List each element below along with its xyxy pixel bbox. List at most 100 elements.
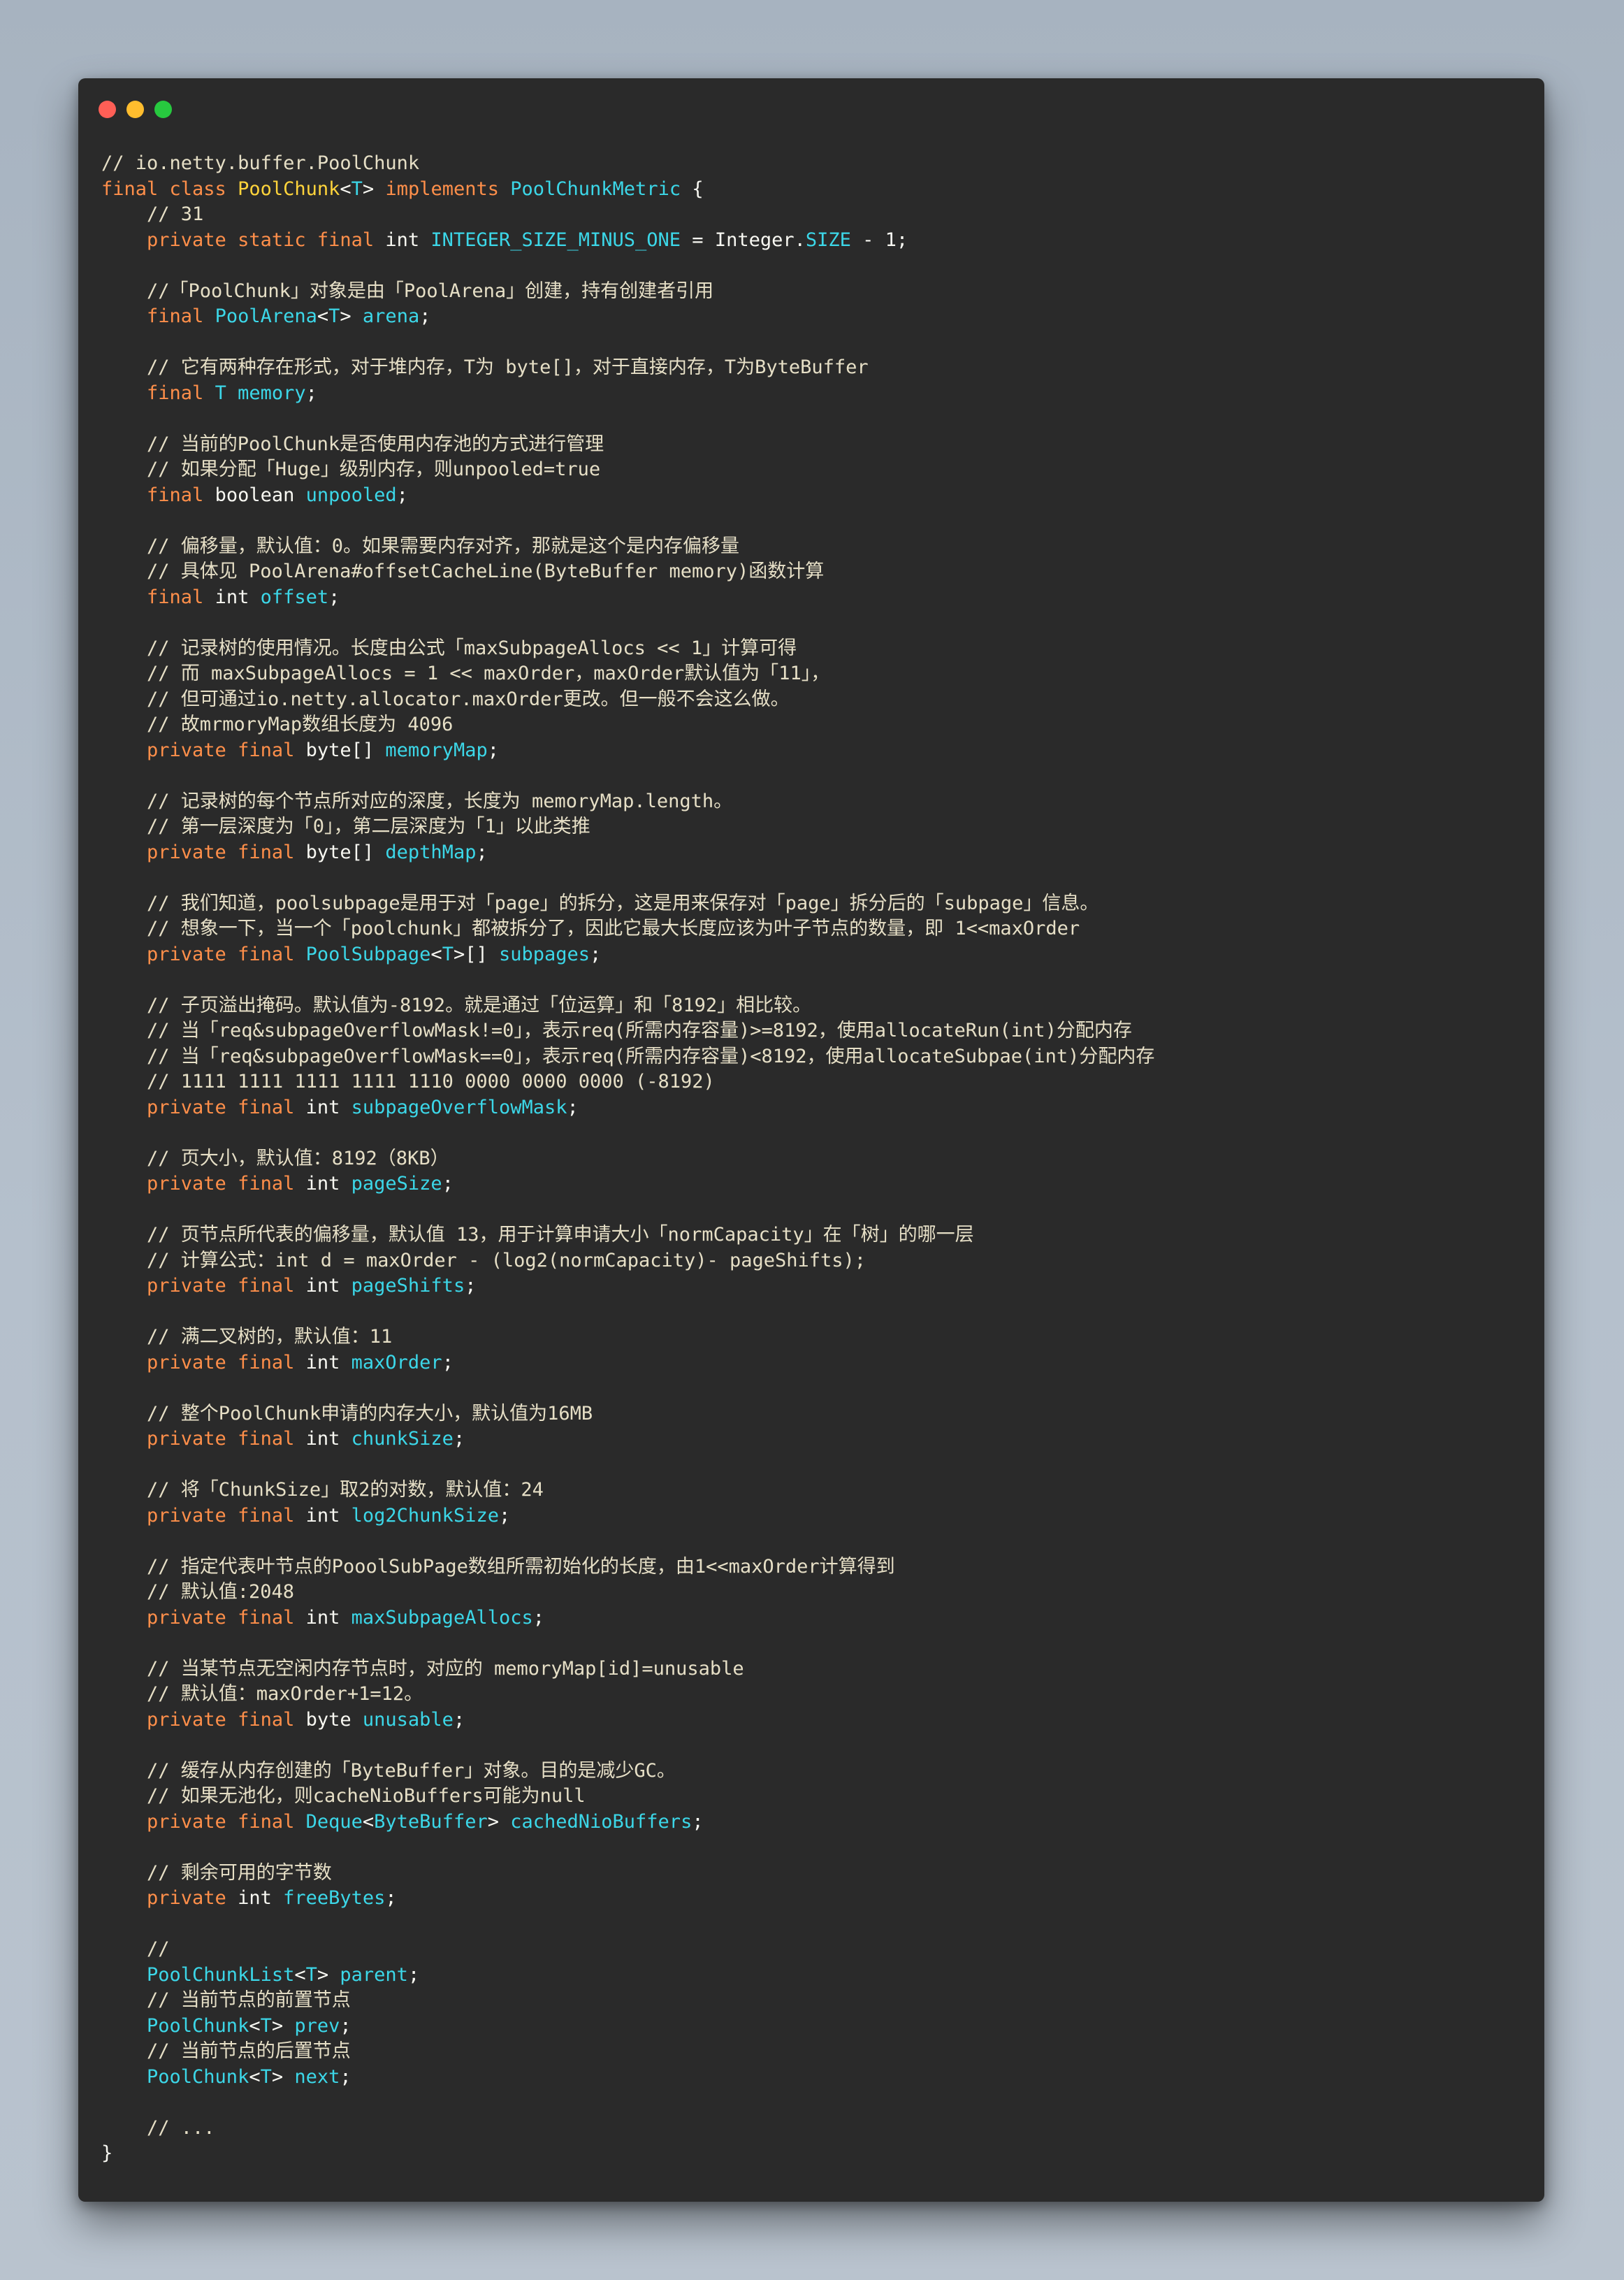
code-token-punct: { <box>681 178 704 200</box>
code-token-field: offset <box>260 586 329 608</box>
code-line: // 指定代表叶节点的PooolSubPage数组所需初始化的长度，由1<<ma… <box>101 1554 1530 1580</box>
code-token-keyword: private final <box>101 1708 306 1731</box>
code-token-type: T <box>351 178 363 200</box>
code-line: // io.netty.buffer.PoolChunk <box>101 151 1530 177</box>
code-token-type: PoolChunk <box>101 2065 249 2088</box>
code-line: // 故mrmoryMap数组长度为 4096 <box>101 712 1530 738</box>
code-token-field: unpooled <box>305 484 397 506</box>
code-token-punct: ; <box>567 1096 579 1118</box>
code-token-punct: ; <box>407 1963 420 1986</box>
code-token-field: parent <box>340 1963 408 1986</box>
code-line: // 默认值：maxOrder+1=12。 <box>101 1682 1530 1708</box>
code-token-punct: < <box>340 178 351 200</box>
code-token-comment: // 如果无池化，则cacheNioBuffers可能为null <box>101 1785 586 1807</box>
code-token-comment: // 当前的PoolChunk是否使用内存池的方式进行管理 <box>101 433 604 455</box>
code-token-keyword: final <box>101 382 215 404</box>
code-token-punct: < <box>317 305 329 327</box>
code-token-keyword: private final <box>101 943 306 965</box>
code-token-punct: ; <box>419 305 431 327</box>
code-line: PoolChunkList<T> parent; <box>101 1963 1530 1989</box>
code-token-plain: int <box>305 1606 351 1629</box>
code-window: // io.netty.buffer.PoolChunk final class … <box>78 78 1544 2202</box>
code-line: // 当前的PoolChunk是否使用内存池的方式进行管理 <box>101 432 1530 458</box>
code-token-comment: // 将「ChunkSize」取2的对数，默认值：24 <box>101 1479 544 1501</box>
code-token-type: PoolChunkMetric <box>510 178 681 200</box>
code-token-keyword: private final <box>101 1096 306 1118</box>
code-line: // 第一层深度为「0」，第二层深度为「1」以此类推 <box>101 814 1530 840</box>
code-token-type: T <box>305 1963 317 1986</box>
code-token-type: T <box>215 382 238 404</box>
code-line: private final int subpageOverflowMask; <box>101 1095 1530 1121</box>
code-token-comment: // 默认值：maxOrder+1=12。 <box>101 1683 423 1705</box>
code-token-comment: // 满二叉树的，默认值：11 <box>101 1326 393 1348</box>
code-token-keyword: private final <box>101 739 306 761</box>
code-token-comment: // 1111 1111 1111 1111 1110 0000 0000 00… <box>101 1071 715 1092</box>
code-token-type: ByteBuffer <box>374 1810 488 1833</box>
code-token-keyword: final <box>101 586 215 608</box>
code-token-punct: ; <box>385 1887 397 1909</box>
code-line: // ... <box>101 2116 1530 2142</box>
code-line: // 如果无池化，则cacheNioBuffers可能为null <box>101 1784 1530 1810</box>
code-token-punct: ; <box>532 1606 544 1629</box>
code-token-keyword: final <box>101 484 215 506</box>
code-line: // 偏移量，默认值：0。如果需要内存对齐，那就是这个是内存偏移量 <box>101 534 1530 560</box>
code-line: private final int pageSize; <box>101 1171 1530 1197</box>
close-window-button[interactable] <box>99 101 116 118</box>
code-token-field: maxSubpageAllocs <box>351 1606 533 1629</box>
code-token-comment: // io.netty.buffer.PoolChunk <box>101 152 420 174</box>
code-line: // 如果分配「Huge」级别内存，则unpooled=true <box>101 457 1530 483</box>
minimize-window-button[interactable] <box>126 101 144 118</box>
code-token-classname: PoolChunk <box>238 178 340 200</box>
code-line: private final byte[] memoryMap; <box>101 738 1530 764</box>
code-token-comment: // 当「req&subpageOverflowMask!=0」，表示req(所… <box>101 1020 1132 1041</box>
code-token-punct: ; <box>396 484 408 506</box>
code-line: // 1111 1111 1111 1111 1110 0000 0000 00… <box>101 1069 1530 1095</box>
code-token-punct: < <box>362 1810 375 1833</box>
code-line: // 子页溢出掩码。默认值为-8192。就是通过「位运算」和「8192」相比较。 <box>101 993 1530 1019</box>
code-token-keyword: implements <box>385 178 511 200</box>
code-line: private final int log2ChunkSize; <box>101 1503 1530 1529</box>
zoom-window-button[interactable] <box>154 101 172 118</box>
code-token-comment: // 偏移量，默认值：0。如果需要内存对齐，那就是这个是内存偏移量 <box>101 535 740 557</box>
code-token-field: pageShifts <box>351 1275 465 1297</box>
code-token-keyword: private final <box>101 1351 306 1373</box>
code-token-comment: //「PoolChunk」对象是由「PoolArena」创建，持有创建者引用 <box>101 280 714 302</box>
code-line: private final int pageShifts; <box>101 1274 1530 1299</box>
code-token-comment: // 记录树的每个节点所对应的深度，长度为 memoryMap.length。 <box>101 790 733 812</box>
code-token-keyword: private final <box>101 1428 306 1450</box>
code-token-plain: int <box>305 1351 351 1373</box>
code-token-punct: < <box>430 943 442 965</box>
code-token-punct: < <box>294 1963 306 1986</box>
code-line: PoolChunk<T> next; <box>101 2065 1530 2091</box>
code-token-punct: ; <box>476 841 488 863</box>
code-line: private int freeBytes; <box>101 1886 1530 1912</box>
code-token-comment: // 当某节点无空闲内存节点时，对应的 memoryMap[id]=unusab… <box>101 1657 744 1680</box>
code-token-keyword: private final <box>101 1606 306 1629</box>
code-token-comment: // 计算公式：int d = maxOrder - (log2(normCap… <box>101 1249 867 1271</box>
code-block: // io.netty.buffer.PoolChunk final class … <box>101 151 1530 2167</box>
code-token-field: subpageOverflowMask <box>351 1096 567 1118</box>
code-token-plain: int <box>238 1887 284 1909</box>
code-token-punct: < <box>249 2065 261 2088</box>
code-token-field: maxOrder <box>351 1351 442 1373</box>
code-line: final class PoolChunk<T> implements Pool… <box>101 177 1530 203</box>
code-token-keyword: private final <box>101 1504 306 1527</box>
code-token-keyword: private <box>101 1887 238 1909</box>
code-token-punct: ; <box>305 382 317 404</box>
code-token-punct: ; <box>442 1173 454 1195</box>
code-line: final boolean unpooled; <box>101 483 1530 509</box>
code-token-punct: ; <box>692 1810 704 1833</box>
code-line: // 想象一下，当一个「poolchunk」都被拆分了，因此它最大长度应该为叶子… <box>101 916 1530 942</box>
code-line: // 当某节点无空闲内存节点时，对应的 memoryMap[id]=unusab… <box>101 1657 1530 1682</box>
code-token-plain: int <box>305 1428 351 1450</box>
code-line: // 而 maxSubpageAllocs = 1 << maxOrder，ma… <box>101 661 1530 687</box>
code-line: // 当「req&subpageOverflowMask==0」，表示req(所… <box>101 1044 1530 1070</box>
code-token-field: chunkSize <box>351 1428 454 1450</box>
code-line: // 但可通过io.netty.allocator.maxOrder更改。但一般… <box>101 687 1530 713</box>
